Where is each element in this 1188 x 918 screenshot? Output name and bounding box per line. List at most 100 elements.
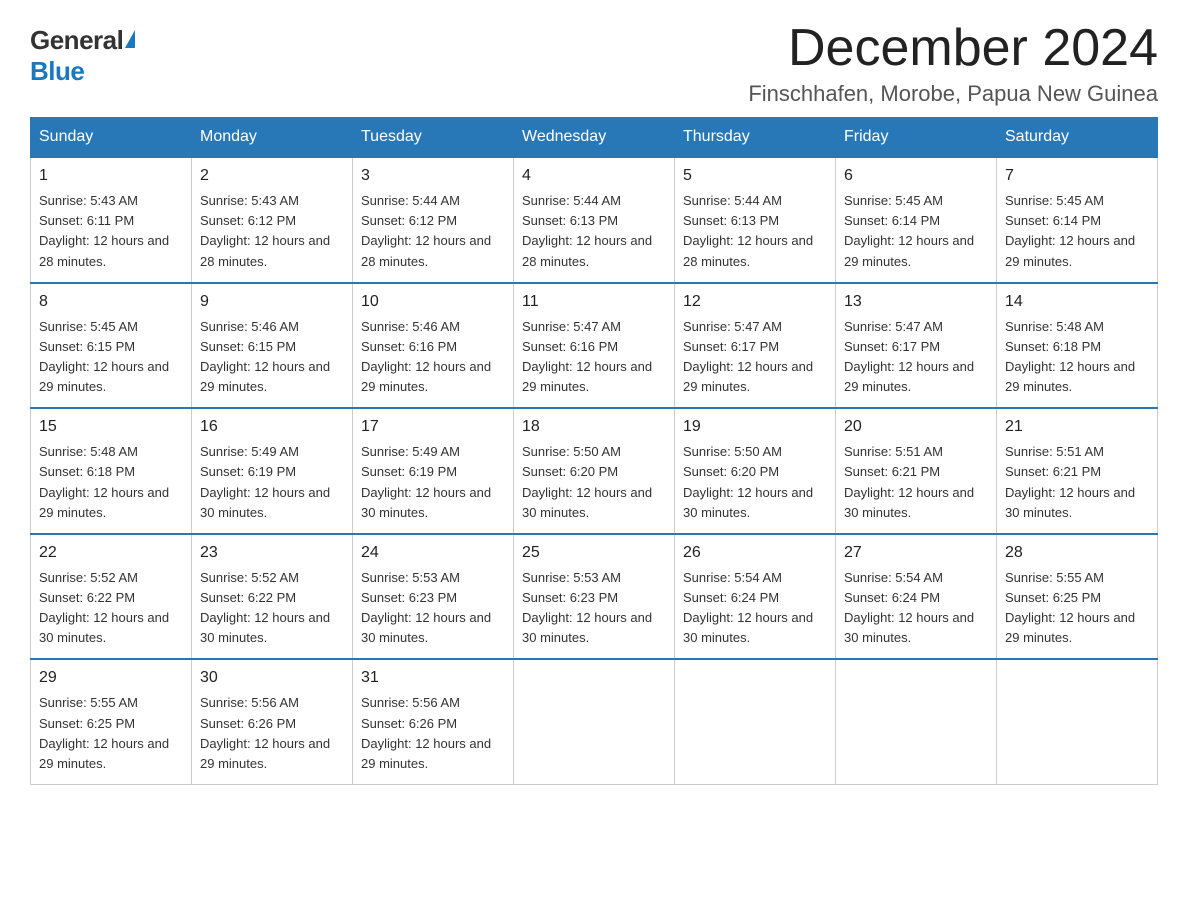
calendar-day-cell: 17 Sunrise: 5:49 AMSunset: 6:19 PMDaylig… bbox=[353, 408, 514, 534]
calendar-day-cell: 13 Sunrise: 5:47 AMSunset: 6:17 PMDaylig… bbox=[836, 283, 997, 409]
day-info: Sunrise: 5:45 AMSunset: 6:14 PMDaylight:… bbox=[844, 193, 974, 268]
day-info: Sunrise: 5:51 AMSunset: 6:21 PMDaylight:… bbox=[1005, 444, 1135, 519]
day-number: 3 bbox=[361, 164, 505, 188]
calendar-day-cell: 5 Sunrise: 5:44 AMSunset: 6:13 PMDayligh… bbox=[675, 157, 836, 283]
day-number: 24 bbox=[361, 541, 505, 565]
logo: General Blue bbox=[30, 20, 135, 87]
day-info: Sunrise: 5:53 AMSunset: 6:23 PMDaylight:… bbox=[361, 570, 491, 645]
calendar-day-cell bbox=[514, 659, 675, 784]
day-info: Sunrise: 5:50 AMSunset: 6:20 PMDaylight:… bbox=[683, 444, 813, 519]
logo-general-text: General bbox=[30, 25, 123, 56]
day-info: Sunrise: 5:46 AMSunset: 6:15 PMDaylight:… bbox=[200, 319, 330, 394]
calendar-day-cell: 30 Sunrise: 5:56 AMSunset: 6:26 PMDaylig… bbox=[192, 659, 353, 784]
calendar-day-cell: 6 Sunrise: 5:45 AMSunset: 6:14 PMDayligh… bbox=[836, 157, 997, 283]
weekday-header-friday: Friday bbox=[836, 118, 997, 158]
day-number: 8 bbox=[39, 290, 183, 314]
calendar-day-cell: 8 Sunrise: 5:45 AMSunset: 6:15 PMDayligh… bbox=[31, 283, 192, 409]
weekday-header-saturday: Saturday bbox=[997, 118, 1158, 158]
day-info: Sunrise: 5:50 AMSunset: 6:20 PMDaylight:… bbox=[522, 444, 652, 519]
calendar-day-cell: 21 Sunrise: 5:51 AMSunset: 6:21 PMDaylig… bbox=[997, 408, 1158, 534]
title-section: December 2024 Finschhafen, Morobe, Papua… bbox=[748, 20, 1158, 107]
calendar-day-cell: 14 Sunrise: 5:48 AMSunset: 6:18 PMDaylig… bbox=[997, 283, 1158, 409]
day-info: Sunrise: 5:55 AMSunset: 6:25 PMDaylight:… bbox=[39, 695, 169, 770]
day-number: 10 bbox=[361, 290, 505, 314]
calendar-day-cell: 3 Sunrise: 5:44 AMSunset: 6:12 PMDayligh… bbox=[353, 157, 514, 283]
day-number: 31 bbox=[361, 666, 505, 690]
day-info: Sunrise: 5:48 AMSunset: 6:18 PMDaylight:… bbox=[39, 444, 169, 519]
calendar-week-row: 29 Sunrise: 5:55 AMSunset: 6:25 PMDaylig… bbox=[31, 659, 1158, 784]
day-info: Sunrise: 5:52 AMSunset: 6:22 PMDaylight:… bbox=[200, 570, 330, 645]
day-number: 19 bbox=[683, 415, 827, 439]
day-info: Sunrise: 5:47 AMSunset: 6:17 PMDaylight:… bbox=[683, 319, 813, 394]
day-info: Sunrise: 5:43 AMSunset: 6:12 PMDaylight:… bbox=[200, 193, 330, 268]
day-number: 4 bbox=[522, 164, 666, 188]
day-number: 23 bbox=[200, 541, 344, 565]
day-number: 28 bbox=[1005, 541, 1149, 565]
weekday-header-sunday: Sunday bbox=[31, 118, 192, 158]
day-info: Sunrise: 5:53 AMSunset: 6:23 PMDaylight:… bbox=[522, 570, 652, 645]
calendar-week-row: 15 Sunrise: 5:48 AMSunset: 6:18 PMDaylig… bbox=[31, 408, 1158, 534]
day-number: 7 bbox=[1005, 164, 1149, 188]
calendar-day-cell: 24 Sunrise: 5:53 AMSunset: 6:23 PMDaylig… bbox=[353, 534, 514, 660]
day-number: 18 bbox=[522, 415, 666, 439]
day-info: Sunrise: 5:56 AMSunset: 6:26 PMDaylight:… bbox=[361, 695, 491, 770]
day-info: Sunrise: 5:54 AMSunset: 6:24 PMDaylight:… bbox=[844, 570, 974, 645]
day-number: 22 bbox=[39, 541, 183, 565]
day-number: 17 bbox=[361, 415, 505, 439]
weekday-header-monday: Monday bbox=[192, 118, 353, 158]
calendar-day-cell: 10 Sunrise: 5:46 AMSunset: 6:16 PMDaylig… bbox=[353, 283, 514, 409]
day-number: 14 bbox=[1005, 290, 1149, 314]
calendar-day-cell: 25 Sunrise: 5:53 AMSunset: 6:23 PMDaylig… bbox=[514, 534, 675, 660]
calendar-week-row: 22 Sunrise: 5:52 AMSunset: 6:22 PMDaylig… bbox=[31, 534, 1158, 660]
day-number: 15 bbox=[39, 415, 183, 439]
day-number: 1 bbox=[39, 164, 183, 188]
calendar-day-cell: 11 Sunrise: 5:47 AMSunset: 6:16 PMDaylig… bbox=[514, 283, 675, 409]
calendar-day-cell: 23 Sunrise: 5:52 AMSunset: 6:22 PMDaylig… bbox=[192, 534, 353, 660]
day-info: Sunrise: 5:47 AMSunset: 6:16 PMDaylight:… bbox=[522, 319, 652, 394]
day-info: Sunrise: 5:44 AMSunset: 6:13 PMDaylight:… bbox=[522, 193, 652, 268]
calendar-day-cell: 9 Sunrise: 5:46 AMSunset: 6:15 PMDayligh… bbox=[192, 283, 353, 409]
calendar-day-cell: 16 Sunrise: 5:49 AMSunset: 6:19 PMDaylig… bbox=[192, 408, 353, 534]
day-info: Sunrise: 5:44 AMSunset: 6:12 PMDaylight:… bbox=[361, 193, 491, 268]
page-header: General Blue December 2024 Finschhafen, … bbox=[30, 20, 1158, 107]
day-number: 26 bbox=[683, 541, 827, 565]
calendar-day-cell: 1 Sunrise: 5:43 AMSunset: 6:11 PMDayligh… bbox=[31, 157, 192, 283]
logo-triangle-icon bbox=[125, 30, 135, 48]
day-info: Sunrise: 5:47 AMSunset: 6:17 PMDaylight:… bbox=[844, 319, 974, 394]
calendar-day-cell bbox=[675, 659, 836, 784]
day-number: 30 bbox=[200, 666, 344, 690]
day-info: Sunrise: 5:46 AMSunset: 6:16 PMDaylight:… bbox=[361, 319, 491, 394]
calendar-day-cell: 28 Sunrise: 5:55 AMSunset: 6:25 PMDaylig… bbox=[997, 534, 1158, 660]
day-info: Sunrise: 5:51 AMSunset: 6:21 PMDaylight:… bbox=[844, 444, 974, 519]
day-number: 11 bbox=[522, 290, 666, 314]
day-number: 29 bbox=[39, 666, 183, 690]
day-info: Sunrise: 5:54 AMSunset: 6:24 PMDaylight:… bbox=[683, 570, 813, 645]
calendar-day-cell: 20 Sunrise: 5:51 AMSunset: 6:21 PMDaylig… bbox=[836, 408, 997, 534]
day-info: Sunrise: 5:52 AMSunset: 6:22 PMDaylight:… bbox=[39, 570, 169, 645]
day-info: Sunrise: 5:45 AMSunset: 6:15 PMDaylight:… bbox=[39, 319, 169, 394]
day-number: 21 bbox=[1005, 415, 1149, 439]
calendar-table: SundayMondayTuesdayWednesdayThursdayFrid… bbox=[30, 117, 1158, 785]
day-info: Sunrise: 5:48 AMSunset: 6:18 PMDaylight:… bbox=[1005, 319, 1135, 394]
calendar-day-cell: 15 Sunrise: 5:48 AMSunset: 6:18 PMDaylig… bbox=[31, 408, 192, 534]
calendar-day-cell: 19 Sunrise: 5:50 AMSunset: 6:20 PMDaylig… bbox=[675, 408, 836, 534]
day-number: 2 bbox=[200, 164, 344, 188]
logo-blue-text: Blue bbox=[30, 56, 84, 87]
weekday-header-thursday: Thursday bbox=[675, 118, 836, 158]
calendar-week-row: 8 Sunrise: 5:45 AMSunset: 6:15 PMDayligh… bbox=[31, 283, 1158, 409]
calendar-day-cell: 27 Sunrise: 5:54 AMSunset: 6:24 PMDaylig… bbox=[836, 534, 997, 660]
month-title: December 2024 bbox=[748, 20, 1158, 77]
day-info: Sunrise: 5:49 AMSunset: 6:19 PMDaylight:… bbox=[200, 444, 330, 519]
calendar-day-cell: 31 Sunrise: 5:56 AMSunset: 6:26 PMDaylig… bbox=[353, 659, 514, 784]
day-info: Sunrise: 5:55 AMSunset: 6:25 PMDaylight:… bbox=[1005, 570, 1135, 645]
day-number: 16 bbox=[200, 415, 344, 439]
calendar-day-cell: 7 Sunrise: 5:45 AMSunset: 6:14 PMDayligh… bbox=[997, 157, 1158, 283]
day-info: Sunrise: 5:43 AMSunset: 6:11 PMDaylight:… bbox=[39, 193, 169, 268]
calendar-day-cell bbox=[997, 659, 1158, 784]
calendar-day-cell: 22 Sunrise: 5:52 AMSunset: 6:22 PMDaylig… bbox=[31, 534, 192, 660]
day-number: 9 bbox=[200, 290, 344, 314]
calendar-day-cell: 4 Sunrise: 5:44 AMSunset: 6:13 PMDayligh… bbox=[514, 157, 675, 283]
day-number: 25 bbox=[522, 541, 666, 565]
day-info: Sunrise: 5:44 AMSunset: 6:13 PMDaylight:… bbox=[683, 193, 813, 268]
calendar-day-cell: 18 Sunrise: 5:50 AMSunset: 6:20 PMDaylig… bbox=[514, 408, 675, 534]
